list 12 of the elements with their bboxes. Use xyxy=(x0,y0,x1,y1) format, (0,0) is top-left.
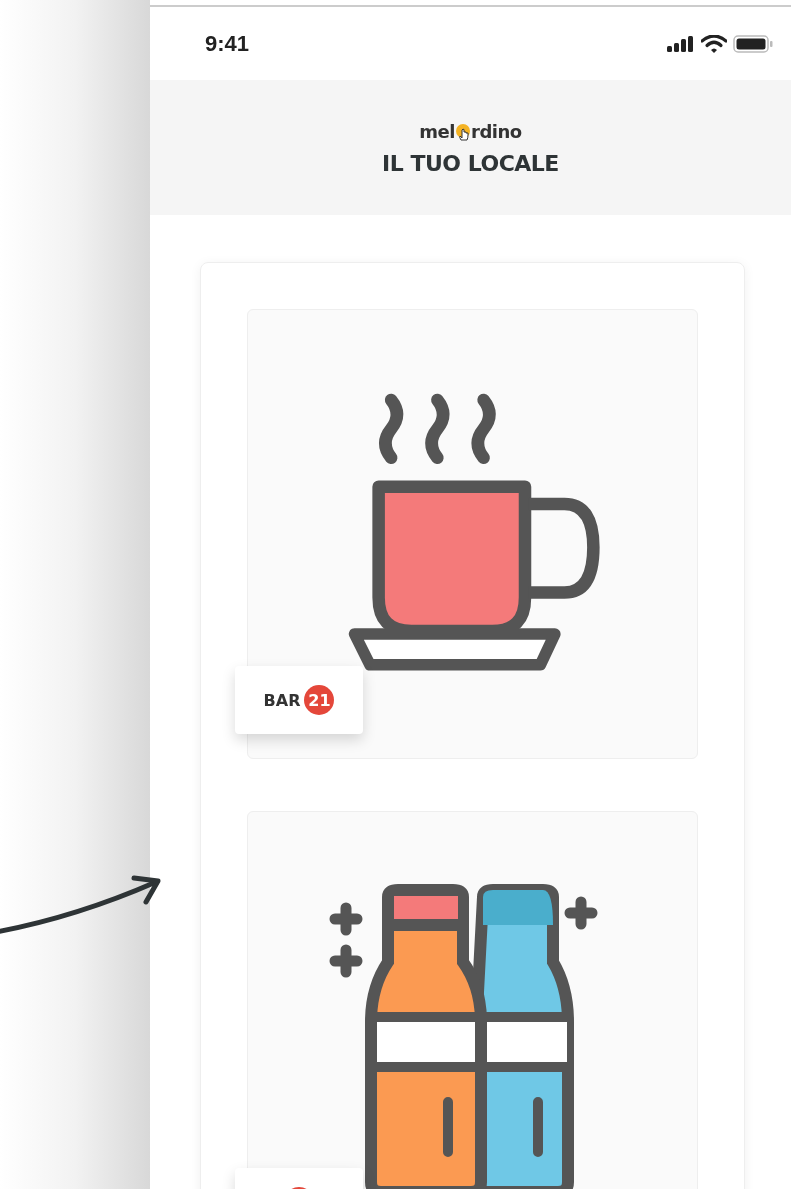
logo-text: rdino xyxy=(471,120,522,142)
logo-text: mel xyxy=(419,120,455,142)
pointer-dot-icon xyxy=(455,123,471,143)
count-badge: 21 xyxy=(304,685,335,715)
battery-icon xyxy=(733,34,773,53)
signal-icon xyxy=(667,35,695,52)
page-title: IL TUO LOCALE xyxy=(382,151,559,176)
status-time: 9:41 xyxy=(205,30,250,57)
category-tile[interactable] xyxy=(247,811,698,1189)
wifi-icon xyxy=(701,34,727,53)
category-name: BAR xyxy=(263,690,301,710)
category-tile[interactable] xyxy=(247,309,698,759)
